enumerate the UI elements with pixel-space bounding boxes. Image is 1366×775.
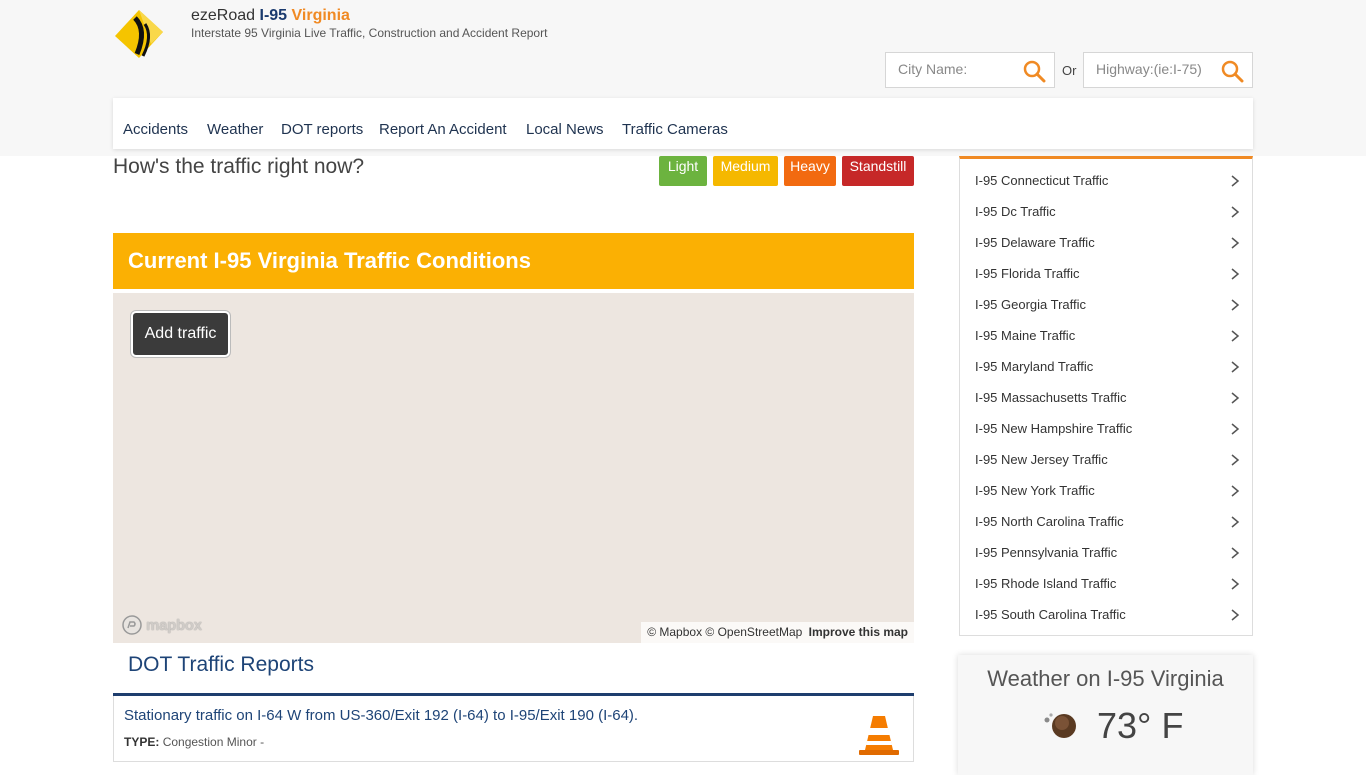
sidebar-item-label: I-95 Maine Traffic	[975, 328, 1076, 343]
nav-item-local-news[interactable]: Local News	[526, 121, 604, 138]
chevron-right-icon	[1231, 175, 1240, 187]
sidebar-item-florida[interactable]: I-95 Florida Traffic	[975, 266, 1240, 281]
chevron-right-icon	[1231, 237, 1240, 249]
traffic-medium-button[interactable]: Medium	[713, 156, 778, 186]
chevron-right-icon	[1231, 547, 1240, 559]
sidebar-item-south-carolina[interactable]: I-95 South Carolina Traffic	[975, 607, 1240, 622]
brand-highway: I-95	[259, 7, 288, 24]
sidebar-item-new-york[interactable]: I-95 New York Traffic	[975, 483, 1240, 498]
mapbox-logo-text: mapbox	[146, 616, 202, 634]
add-traffic-button[interactable]: Add traffic	[131, 311, 230, 357]
sidebar-item-label: I-95 North Carolina Traffic	[975, 514, 1124, 529]
traffic-cone-icon	[859, 716, 899, 755]
chevron-right-icon	[1231, 578, 1240, 590]
chevron-right-icon	[1231, 268, 1240, 280]
report-text[interactable]: Stationary traffic on I-64 W from US-360…	[124, 707, 638, 724]
site-brand[interactable]: ezeRoad I-95 Virginia	[191, 7, 350, 25]
report-type-label: TYPE:	[124, 735, 160, 749]
sidebar-item-delaware[interactable]: I-95 Delaware Traffic	[975, 235, 1240, 250]
sidebar-item-label: I-95 Georgia Traffic	[975, 297, 1087, 312]
nav-item-dot-reports[interactable]: DOT reports	[281, 121, 363, 138]
sidebar-item-maine[interactable]: I-95 Maine Traffic	[975, 328, 1240, 343]
conditions-banner: Current I-95 Virginia Traffic Conditions	[113, 233, 914, 289]
dot-reports-title: DOT Traffic Reports	[128, 653, 314, 676]
sidebar-item-connecticut[interactable]: I-95 Connecticut Traffic	[975, 173, 1240, 188]
weather-title: Weather on I-95 Virginia	[987, 666, 1224, 691]
traffic-standstill-button[interactable]: Standstill	[842, 156, 914, 186]
brand-name: ezeRoad	[191, 7, 256, 24]
chevron-right-icon	[1231, 609, 1240, 621]
highway-search-box	[1083, 52, 1253, 88]
sidebar-item-maryland[interactable]: I-95 Maryland Traffic	[975, 359, 1240, 374]
improve-map-link[interactable]: Improve this map	[809, 625, 908, 639]
sidebar-state-list: I-95 Connecticut Traffic I-95 Dc Traffic…	[959, 156, 1253, 636]
weather-temperature: 73° F	[1097, 705, 1184, 746]
nav-item-report-accident[interactable]: Report An Accident	[379, 121, 507, 138]
sidebar-item-massachusetts[interactable]: I-95 Massachusetts Traffic	[975, 390, 1240, 405]
mapbox-logo[interactable]: mapbox	[121, 613, 202, 637]
mapbox-icon	[122, 615, 142, 635]
sidebar-item-label: I-95 Connecticut Traffic	[975, 173, 1109, 188]
chevron-right-icon	[1231, 361, 1240, 373]
sidebar-item-label: I-95 Maryland Traffic	[975, 359, 1094, 374]
sidebar-item-label: I-95 New Hampshire Traffic	[975, 421, 1133, 436]
sidebar-item-label: I-95 Dc Traffic	[975, 204, 1056, 219]
sidebar-item-pennsylvania[interactable]: I-95 Pennsylvania Traffic	[975, 545, 1240, 560]
sidebar-item-label: I-95 South Carolina Traffic	[975, 607, 1126, 622]
sidebar-item-dc[interactable]: I-95 Dc Traffic	[975, 204, 1240, 219]
chevron-right-icon	[1231, 206, 1240, 218]
nav-item-weather[interactable]: Weather	[207, 121, 263, 138]
chevron-right-icon	[1231, 330, 1240, 342]
sidebar-item-label: I-95 Pennsylvania Traffic	[975, 545, 1118, 560]
ezeroad-logo-icon[interactable]	[113, 8, 165, 58]
chevron-right-icon	[1231, 299, 1240, 311]
weather-icon	[1044, 713, 1076, 738]
chevron-right-icon	[1231, 485, 1240, 497]
nav-item-accidents[interactable]: Accidents	[123, 121, 188, 138]
traffic-light-button[interactable]: Light	[659, 156, 707, 186]
highway-search-input[interactable]	[1096, 61, 1216, 77]
sidebar-item-rhode-island[interactable]: I-95 Rhode Island Traffic	[975, 576, 1240, 591]
chevron-right-icon	[1231, 423, 1240, 435]
search-icon[interactable]	[1022, 59, 1046, 83]
sidebar-item-new-hampshire[interactable]: I-95 New Hampshire Traffic	[975, 421, 1240, 436]
nav-item-traffic-cameras[interactable]: Traffic Cameras	[622, 121, 728, 138]
report-item[interactable]: Stationary traffic on I-64 W from US-360…	[113, 696, 914, 762]
traffic-heavy-button[interactable]: Heavy	[784, 156, 836, 186]
brand-state: Virginia	[291, 7, 350, 24]
sidebar-item-label: I-95 Delaware Traffic	[975, 235, 1095, 250]
map-attribution: © Mapbox © OpenStreetMap Improve this ma…	[641, 622, 914, 643]
attribution-text[interactable]: © Mapbox © OpenStreetMap	[647, 625, 802, 639]
site-tagline: Interstate 95 Virginia Live Traffic, Con…	[191, 26, 548, 40]
chevron-right-icon	[1231, 516, 1240, 528]
traffic-question: How's the traffic right now?	[113, 155, 365, 178]
or-label: Or	[1062, 63, 1077, 78]
sidebar-item-label: I-95 Florida Traffic	[975, 266, 1080, 281]
chevron-right-icon	[1231, 392, 1240, 404]
search-icon[interactable]	[1220, 59, 1244, 83]
sidebar-item-label: I-95 New Jersey Traffic	[975, 452, 1108, 467]
sidebar-item-new-jersey[interactable]: I-95 New Jersey Traffic	[975, 452, 1240, 467]
report-type: TYPE: Congestion Minor -	[124, 735, 264, 749]
city-search-box	[885, 52, 1055, 88]
chevron-right-icon	[1231, 454, 1240, 466]
sidebar-item-label: I-95 New York Traffic	[975, 483, 1095, 498]
sidebar-item-north-carolina[interactable]: I-95 North Carolina Traffic	[975, 514, 1240, 529]
weather-card: Weather on I-95 Virginia 73° F	[958, 655, 1253, 775]
sidebar-item-label: I-95 Massachusetts Traffic	[975, 390, 1127, 405]
sidebar-item-georgia[interactable]: I-95 Georgia Traffic	[975, 297, 1240, 312]
city-search-input[interactable]	[898, 61, 1018, 77]
sidebar-item-label: I-95 Rhode Island Traffic	[975, 576, 1117, 591]
main-nav: Accidents Weather DOT reports Report An …	[113, 98, 1253, 149]
report-type-value: Congestion Minor -	[162, 735, 265, 749]
traffic-map[interactable]: Add traffic mapbox © Mapbox © OpenStreet…	[113, 293, 914, 643]
conditions-title: Current I-95 Virginia Traffic Conditions	[128, 248, 531, 273]
